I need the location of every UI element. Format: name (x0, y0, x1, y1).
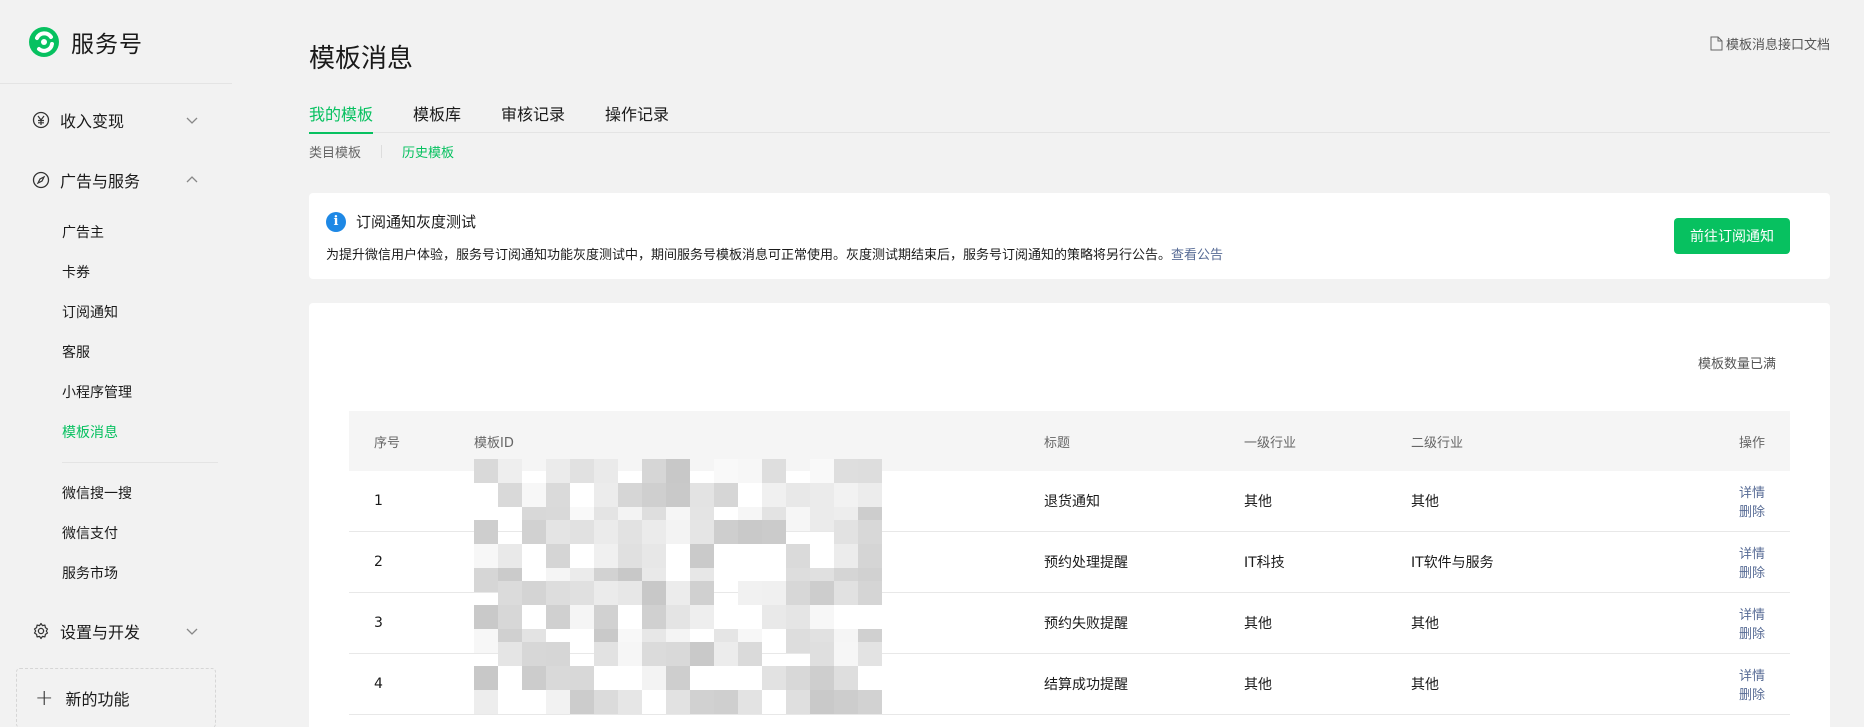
sidebar-group-label: 收入变现 (60, 112, 125, 131)
notice-title-row: i 订阅通知灰度测试 (326, 211, 476, 232)
doc-link-label: 模板消息接口文档 (1725, 38, 1830, 53)
row-index: 2 (374, 554, 383, 570)
row-industry-2: 其他 (1411, 494, 1439, 510)
sidebar-divider (62, 462, 218, 463)
row-industry-1: 其他 (1244, 494, 1272, 510)
row-actions: 详情删除 (1711, 482, 1790, 520)
sidebar-item-wechat-pay[interactable]: 微信支付 (0, 513, 232, 553)
detail-link[interactable]: 详情 (1739, 547, 1765, 562)
tab-my-templates[interactable]: 我的模板 (309, 104, 374, 134)
row-index: 3 (374, 615, 383, 631)
delete-link[interactable]: 删除 (1739, 566, 1765, 581)
sidebar: 服务号 收入变现 广告与服务 广告主 卡券 订阅通知 客服 小程序管理 模板消息… (0, 0, 232, 727)
row-industry-2: 其他 (1411, 616, 1439, 632)
chevron-down-icon (186, 117, 198, 124)
brand-name: 服务号 (71, 31, 143, 58)
tab-review-records[interactable]: 审核记录 (501, 104, 565, 133)
brand[interactable]: 服务号 (0, 0, 232, 84)
delete-link[interactable]: 删除 (1739, 505, 1765, 520)
tab-bar: 我的模板 模板库 审核记录 操作记录 (309, 104, 1830, 134)
column-header-template-id-label: 模板ID (474, 435, 514, 451)
notice-text: 为提升微信用户体验，服务号订阅通知功能灰度测试中，期间服务号模板消息可正常使用。… (326, 244, 1223, 263)
sidebar-item-template-message[interactable]: 模板消息 (0, 412, 232, 452)
sidebar-item-advertiser[interactable]: 广告主 (0, 212, 232, 252)
subtab-history-templates[interactable]: 历史模板 (402, 142, 454, 161)
chevron-up-icon (186, 176, 198, 183)
column-header-index: 序号 (374, 435, 401, 451)
notice-title: 订阅通知灰度测试 (356, 213, 477, 231)
page-title: 模板消息 (309, 44, 414, 74)
sidebar-item-subscription[interactable]: 订阅通知 (0, 292, 232, 332)
column-header-industry-1: 一级行业 (1244, 435, 1297, 451)
detail-link[interactable]: 详情 (1739, 608, 1765, 623)
yuan-icon (32, 111, 50, 129)
subtab-category-templates[interactable]: 类目模板 (309, 142, 361, 161)
plus-icon: + (35, 685, 54, 711)
row-title: 预约处理提醒 (1044, 555, 1128, 571)
tab-template-library[interactable]: 模板库 (413, 104, 461, 133)
sidebar-item-customer-service[interactable]: 客服 (0, 332, 232, 372)
sidebar-group-label: 设置与开发 (60, 623, 141, 642)
sidebar-item-miniprogram[interactable]: 小程序管理 (0, 372, 232, 412)
subtab-separator (381, 145, 383, 158)
detail-link[interactable]: 详情 (1739, 669, 1765, 684)
templates-table: 序号 模板ID 标题 一级行业 二级行业 操作 1 退货通知 其他 其他 详情删… (349, 411, 1790, 715)
logo-icon (29, 26, 59, 57)
sidebar-group-settings[interactable]: 设置与开发 (0, 601, 232, 661)
compass-icon (32, 171, 50, 189)
row-industry-2: IT软件与服务 (1411, 555, 1494, 571)
new-feature-button[interactable]: + 新的功能 (16, 668, 216, 727)
subtab-bar: 类目模板 历史模板 (309, 142, 454, 161)
redaction-mosaic (474, 642, 882, 715)
sidebar-group-revenue[interactable]: 收入变现 (0, 90, 232, 150)
new-feature-label: 新的功能 (65, 690, 130, 709)
go-subscription-button[interactable]: 前往订阅通知 (1674, 218, 1790, 254)
sidebar-item-service-market[interactable]: 服务市场 (0, 553, 232, 593)
sidebar-group-ads-services[interactable]: 广告与服务 (0, 150, 232, 210)
row-actions: 详情删除 (1711, 665, 1790, 703)
doc-link[interactable]: 模板消息接口文档 (1710, 34, 1830, 53)
template-id-redacted (474, 642, 1044, 715)
row-title: 退货通知 (1044, 494, 1100, 510)
quota-status: 模板数量已满 (1697, 357, 1776, 372)
row-index: 4 (374, 676, 383, 692)
row-title: 结算成功提醒 (1044, 677, 1128, 693)
sidebar-group-label: 广告与服务 (60, 172, 141, 191)
table-row: 4 结算成功提醒 其他 其他 详情删除 (349, 642, 1790, 715)
row-industry-1: 其他 (1244, 677, 1272, 693)
sidebar-item-coupons[interactable]: 卡券 (0, 252, 232, 292)
row-industry-1: 其他 (1244, 616, 1272, 632)
templates-panel: 模板数量已满 序号 模板ID 标题 一级行业 二级行业 操作 1 退货通知 其他… (309, 303, 1830, 727)
delete-link[interactable]: 删除 (1739, 688, 1765, 703)
info-icon: i (326, 211, 346, 232)
column-header-actions: 操作 (1738, 435, 1765, 451)
sidebar-item-wechat-search[interactable]: 微信搜一搜 (0, 473, 232, 513)
row-industry-2: 其他 (1411, 677, 1439, 693)
view-announcement-link[interactable]: 查看公告 (1171, 248, 1223, 263)
gear-icon (32, 622, 50, 640)
row-actions: 详情删除 (1711, 543, 1790, 581)
row-index: 1 (374, 493, 383, 509)
delete-link[interactable]: 删除 (1739, 627, 1765, 642)
row-actions: 详情删除 (1711, 604, 1790, 642)
notice-card: i 订阅通知灰度测试 为提升微信用户体验，服务号订阅通知功能灰度测试中，期间服务… (309, 193, 1830, 279)
detail-link[interactable]: 详情 (1739, 486, 1765, 501)
chevron-down-icon (186, 628, 198, 635)
row-title: 预约失败提醒 (1044, 616, 1128, 632)
app: 服务号 收入变现 广告与服务 广告主 卡券 订阅通知 客服 小程序管理 模板消息… (0, 0, 1864, 727)
column-header-industry-2: 二级行业 (1411, 435, 1464, 451)
main-content: 模板消息接口文档 模板消息 我的模板 模板库 审核记录 操作记录 类目模板 历史… (232, 0, 1864, 727)
notice-body: 为提升微信用户体验，服务号订阅通知功能灰度测试中，期间服务号模板消息可正常使用。… (326, 248, 1172, 263)
document-icon (1710, 36, 1723, 51)
column-header-title: 标题 (1044, 435, 1071, 451)
tab-operation-records[interactable]: 操作记录 (605, 104, 669, 133)
row-industry-1: IT科技 (1244, 555, 1285, 571)
